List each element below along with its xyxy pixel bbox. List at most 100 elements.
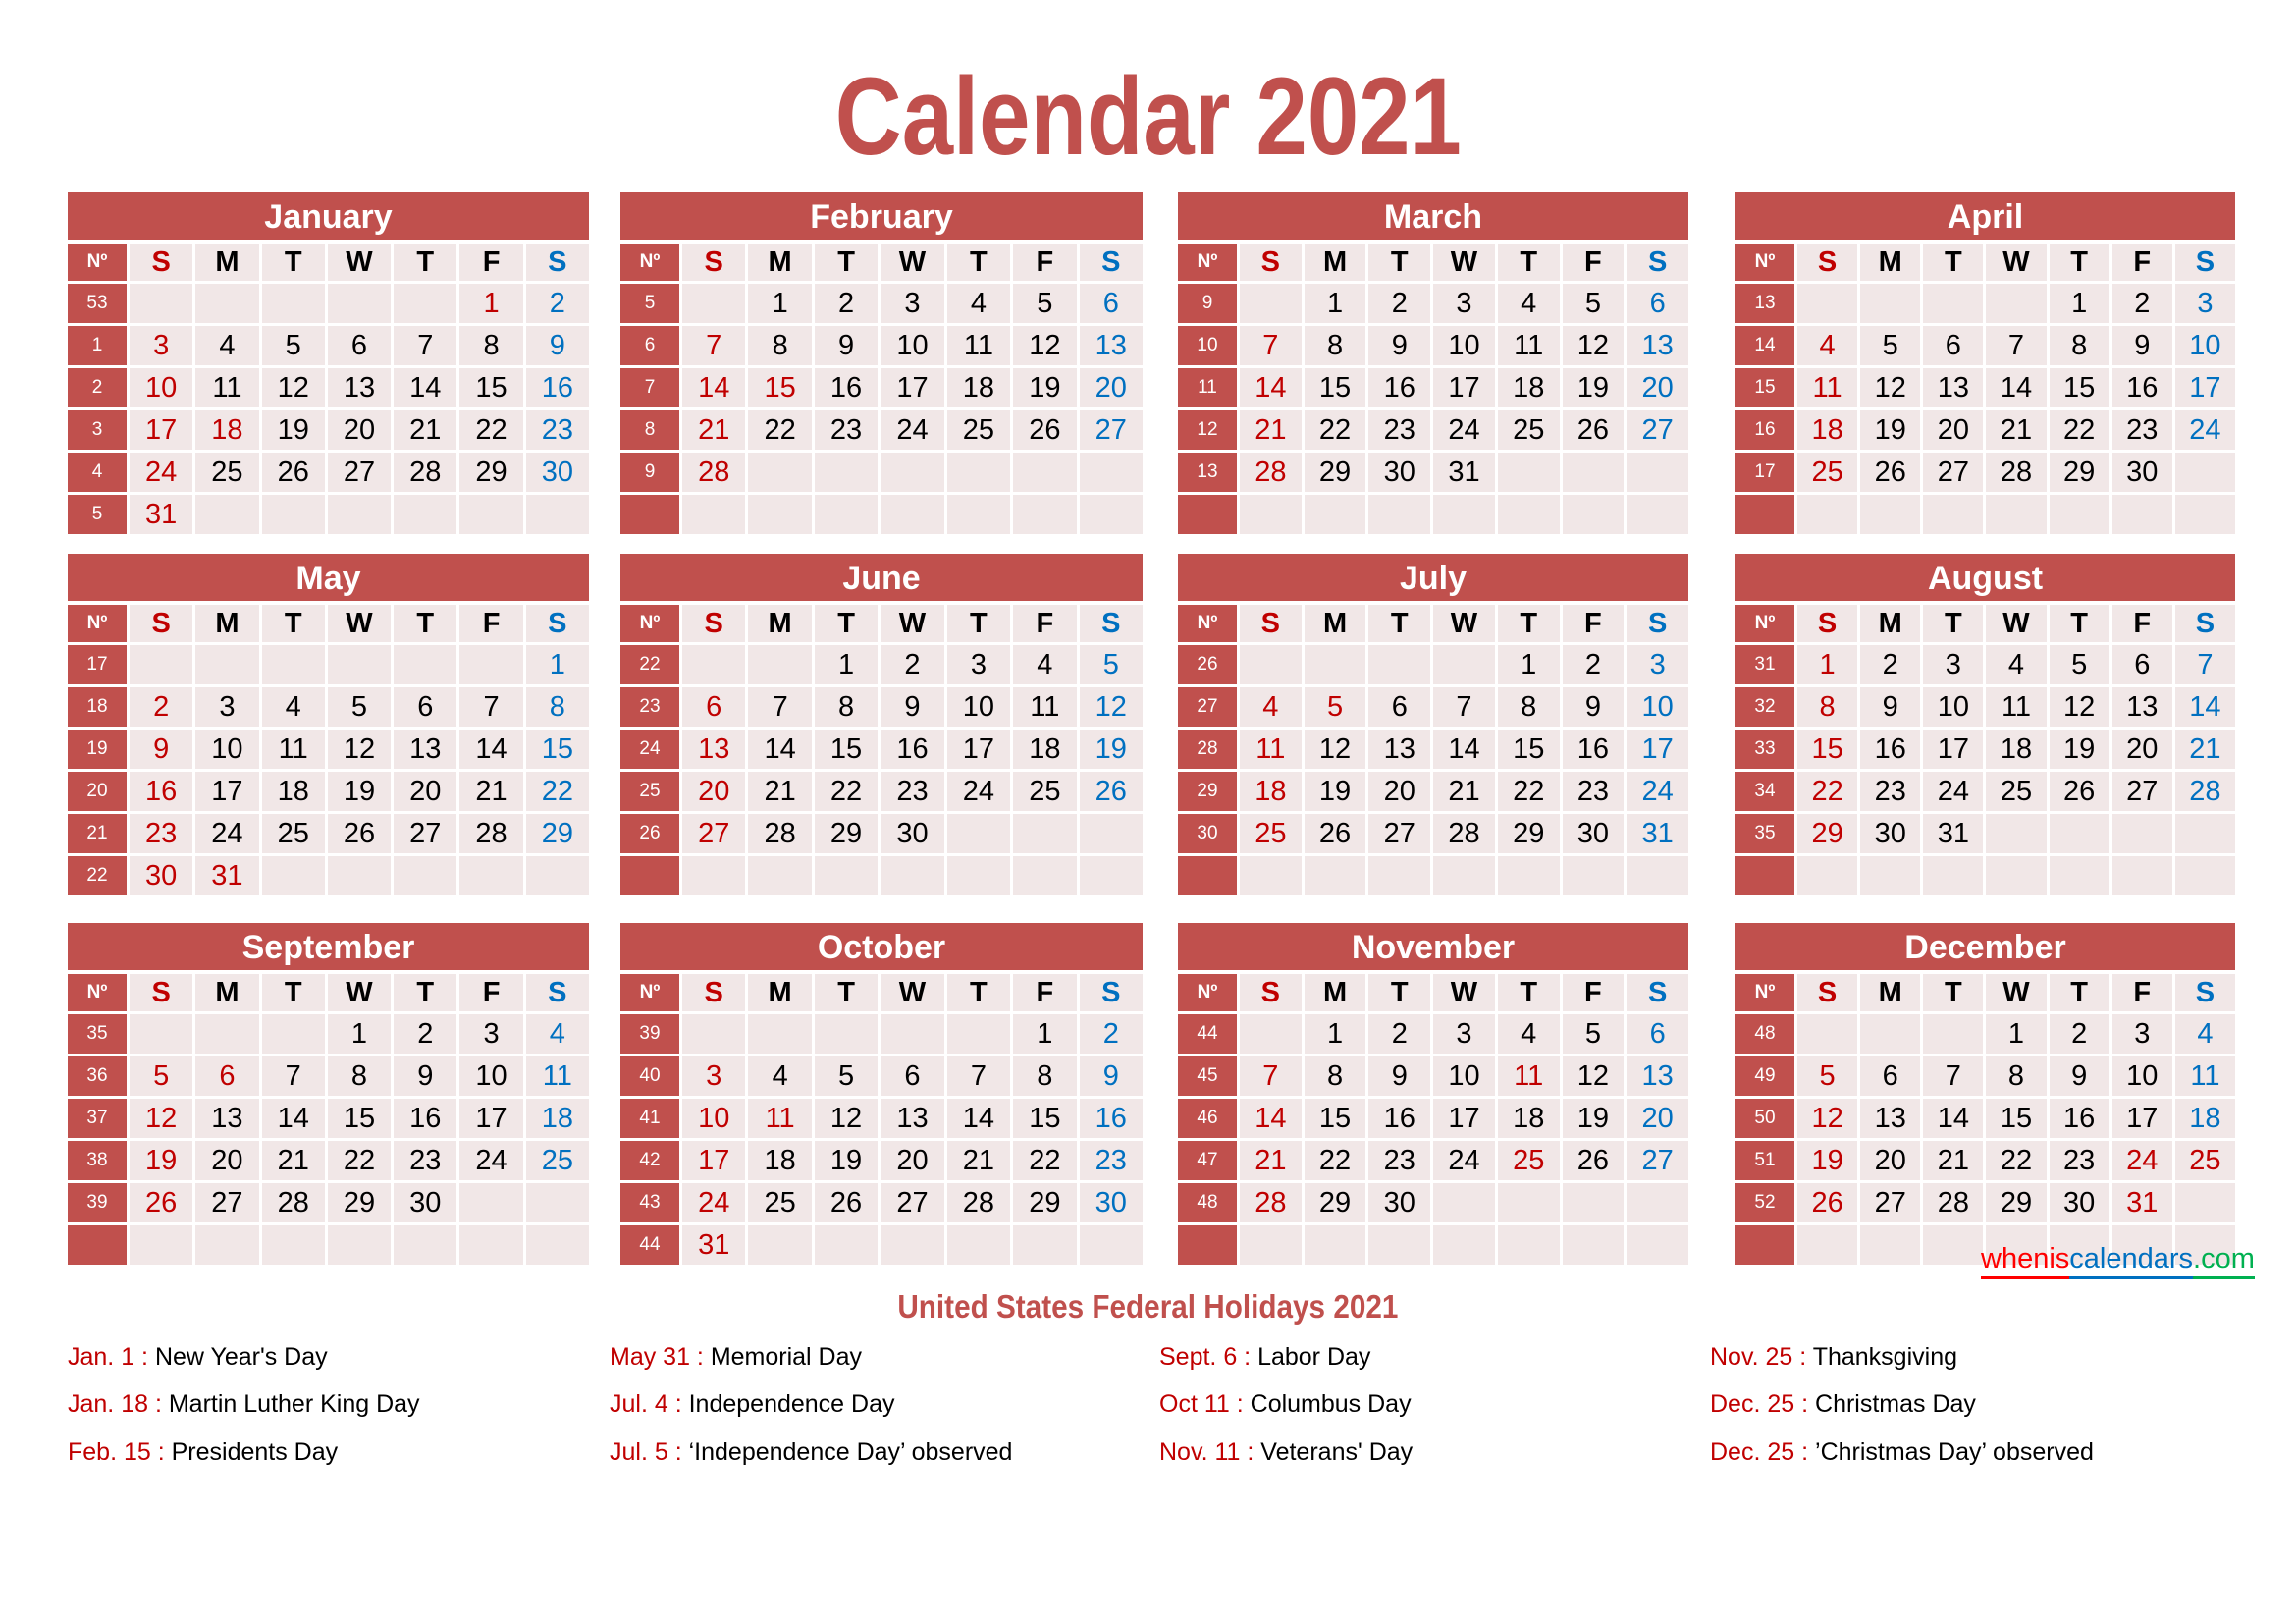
week-number-header: Nº [1178, 974, 1237, 1011]
holiday-date: Nov. 11 : [1159, 1438, 1255, 1466]
day-cell: 31 [1433, 453, 1495, 492]
week-number-header: Nº [1178, 605, 1237, 642]
day-cell: 14 [261, 1099, 325, 1138]
day-cell: 5 [814, 1056, 879, 1096]
holiday-item: Jul. 5 : ‘Independence Day’ observed [610, 1438, 1012, 1467]
holiday-item: Jan. 1 : New Year's Day [68, 1343, 328, 1372]
weekday-header: S [1627, 244, 1688, 281]
week-number: 39 [68, 1183, 127, 1222]
day-cell: 4 [525, 1014, 589, 1054]
day-cell: 26 [1013, 410, 1077, 450]
day-cell: 29 [2049, 453, 2109, 492]
day-cell: 3 [1627, 645, 1688, 684]
day-cell: 13 [1079, 326, 1143, 365]
day-cell: 28 [1240, 453, 1302, 492]
empty-day-cell [1627, 453, 1688, 492]
day-cell: 5 [1860, 326, 1921, 365]
empty-day-cell [459, 1225, 523, 1265]
week-number: 5 [620, 284, 679, 323]
day-cell: 27 [881, 1183, 944, 1222]
link-part-calendars[interactable]: calendars [2069, 1243, 2194, 1279]
day-cell: 17 [2174, 368, 2235, 407]
week-number: 20 [68, 772, 127, 811]
weekday-header: W [327, 244, 392, 281]
week-number-header: Nº [1735, 244, 1794, 281]
day-cell: 7 [946, 1056, 1011, 1096]
holiday-item: Sept. 6 : Labor Day [1159, 1343, 1370, 1372]
day-cell: 24 [2111, 1141, 2172, 1180]
day-cell: 24 [459, 1141, 523, 1180]
day-cell: 7 [2174, 645, 2235, 684]
day-cell: 13 [1627, 1056, 1688, 1096]
link-part-com[interactable]: .com [2193, 1243, 2255, 1279]
holiday-name: Independence Day [681, 1390, 895, 1418]
week-number: 46 [1178, 1099, 1237, 1138]
holiday-item: Nov. 11 : Veterans' Day [1159, 1438, 1413, 1467]
day-cell: 21 [682, 410, 746, 450]
holiday-item: Dec. 25 : Christmas Day [1710, 1390, 1976, 1419]
empty-day-cell [881, 453, 944, 492]
weekday-header: S [1797, 605, 1858, 642]
weekday-header: T [394, 244, 457, 281]
day-cell: 28 [1923, 1183, 1984, 1222]
empty-day-cell [1079, 495, 1143, 534]
weekday-header: T [2049, 974, 2109, 1011]
empty-day-cell [1304, 1225, 1366, 1265]
holiday-name: Labor Day [1251, 1343, 1371, 1371]
day-cell: 27 [1627, 1141, 1688, 1180]
week-number: 52 [1735, 1183, 1794, 1222]
weekday-header: S [2174, 605, 2235, 642]
day-cell: 22 [814, 772, 879, 811]
day-cell: 6 [682, 687, 746, 727]
day-cell: 9 [2049, 1056, 2109, 1096]
day-cell: 29 [1797, 814, 1858, 853]
week-number: 18 [68, 687, 127, 727]
week-number: 45 [1178, 1056, 1237, 1096]
week-number: 28 [1178, 730, 1237, 769]
link-part-whenis[interactable]: whenis [1981, 1243, 2070, 1279]
day-cell: 2 [1079, 1014, 1143, 1054]
empty-day-cell [1497, 1183, 1560, 1222]
week-number: 38 [68, 1141, 127, 1180]
weekday-header: T [261, 974, 325, 1011]
day-cell: 8 [459, 326, 523, 365]
weekday-header: T [1923, 244, 1984, 281]
empty-day-cell [394, 284, 457, 323]
weekday-header: T [1368, 605, 1431, 642]
day-cell: 10 [130, 368, 193, 407]
empty-day-cell [1368, 495, 1431, 534]
day-cell: 28 [394, 453, 457, 492]
day-cell: 30 [1079, 1183, 1143, 1222]
day-cell: 8 [1304, 1056, 1366, 1096]
week-number [1178, 495, 1237, 534]
day-cell: 26 [1797, 1183, 1858, 1222]
day-cell: 23 [2111, 410, 2172, 450]
day-cell: 10 [946, 687, 1011, 727]
empty-day-cell [394, 856, 457, 895]
day-cell: 25 [1013, 772, 1077, 811]
website-link[interactable]: wheniscalendars.com [1981, 1243, 2255, 1279]
week-number: 22 [620, 645, 679, 684]
day-cell: 22 [1497, 772, 1560, 811]
day-cell: 18 [525, 1099, 589, 1138]
holiday-name: Veterans' Day [1254, 1438, 1414, 1466]
page-title: Calendar 2021 [0, 62, 2296, 172]
day-cell: 2 [1860, 645, 1921, 684]
weekday-header: S [130, 244, 193, 281]
day-cell: 24 [682, 1183, 746, 1222]
day-cell: 13 [1627, 326, 1688, 365]
empty-day-cell [1013, 1225, 1077, 1265]
empty-day-cell [2111, 814, 2172, 853]
holiday-item: Nov. 25 : Thanksgiving [1710, 1343, 1957, 1372]
week-number-header: Nº [620, 605, 679, 642]
empty-day-cell [1304, 856, 1366, 895]
weekday-header: T [946, 605, 1011, 642]
weekday-header: T [261, 244, 325, 281]
day-cell: 29 [1013, 1183, 1077, 1222]
month-february: February Nº S M T W T F S 5 1 2 3 4 5 6 6 7 8 9 10 11 12 13 7 14 1… [620, 192, 1143, 534]
weekday-header: T [394, 974, 457, 1011]
week-number: 19 [68, 730, 127, 769]
day-cell: 23 [881, 772, 944, 811]
day-cell: 2 [2049, 1014, 2109, 1054]
day-cell: 26 [1562, 1141, 1625, 1180]
